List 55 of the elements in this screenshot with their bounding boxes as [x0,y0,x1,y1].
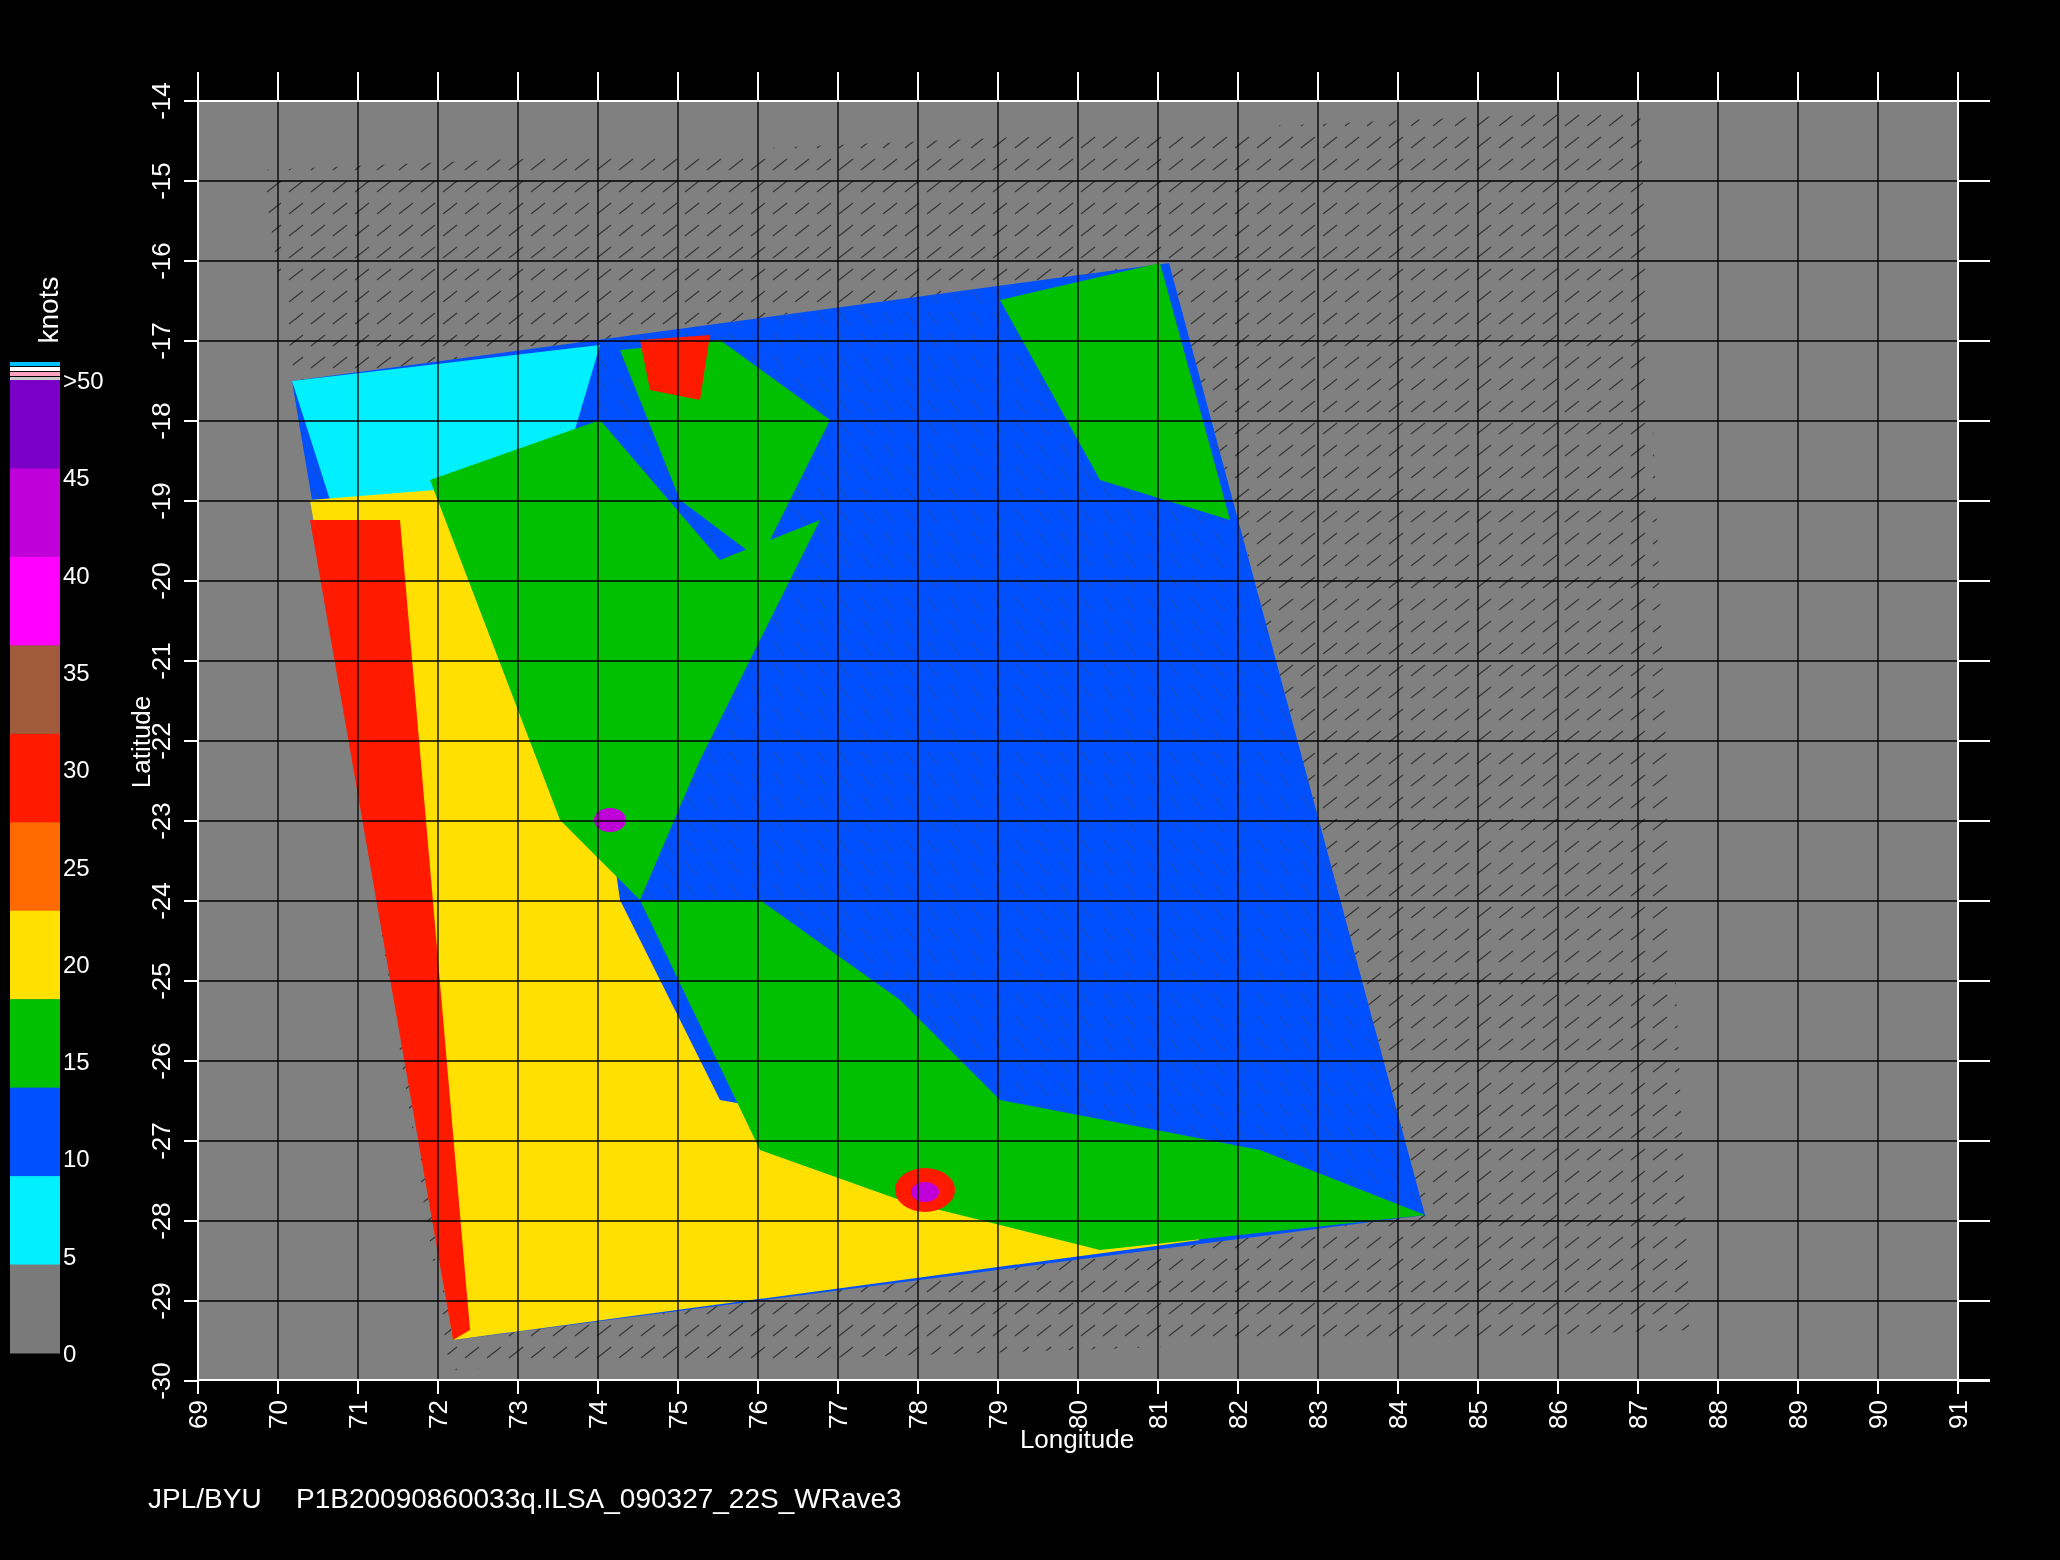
x-tick-label: 90 [1863,1400,1893,1429]
x-tick-label: 86 [1543,1400,1573,1429]
colorbar-label: >50 [63,367,104,394]
colorbar-label: 0 [63,1340,77,1367]
y-tick-label: -25 [146,962,176,1000]
y-tick-label: -15 [146,162,176,200]
x-tick-label: 89 [1783,1400,1813,1429]
x-tick-label: 87 [1623,1400,1653,1429]
colorbar-label: 10 [63,1145,90,1173]
x-tick-label: 83 [1303,1400,1333,1429]
x-tick-label: 85 [1463,1400,1493,1429]
x-tick-label: 79 [983,1400,1013,1429]
x-tick-label: 84 [1383,1400,1413,1429]
x-tick-label: 78 [903,1400,933,1429]
colorbar-label: 40 [63,561,90,589]
colorbar-unit: knots [33,276,64,344]
x-tick-label: 88 [1703,1400,1733,1429]
colorbar-label: 45 [63,464,90,492]
x-tick-label: 76 [743,1400,773,1429]
x-tick-label: 72 [423,1400,453,1429]
x-tick-label: 70 [263,1400,293,1429]
colorbar-label: 5 [63,1242,77,1270]
x-tick-label: 75 [663,1400,693,1429]
y-tick-label: -23 [146,802,176,840]
x-tick-label: 71 [343,1400,373,1429]
x-tick-label: 74 [583,1400,613,1429]
y-tick-label: -30 [146,1362,176,1400]
storm-core [895,1168,955,1212]
y-tick-label: -14 [146,82,176,120]
x-tick-label: 77 [823,1400,853,1429]
caption-text: P1B20090860033q.ILSA_090327_22S_WRave3 [296,1483,902,1514]
colorbar-label: 35 [63,658,90,686]
colorbar [10,362,60,380]
y-tick-label: -18 [146,402,176,440]
storm-core [594,808,626,832]
y-tick-label: -21 [146,642,176,680]
colorbar-label: 15 [63,1048,90,1076]
y-tick-label: -29 [146,1282,176,1320]
y-tick-label: -24 [146,882,176,920]
y-tick-label: -27 [146,1122,176,1160]
x-tick-label: 69 [183,1400,213,1429]
y-tick-label: -20 [146,562,176,600]
x-tick-label: 91 [1943,1400,1973,1429]
x-tick-label: 81 [1143,1400,1173,1429]
y-tick-label: -17 [146,322,176,360]
colorbar-label: 30 [63,756,90,784]
y-tick-label: -19 [146,482,176,520]
y-tick-label: -28 [146,1202,176,1240]
y-tick-label: -16 [146,242,176,280]
x-tick-label: 73 [503,1400,533,1429]
colorbar-label: 20 [63,950,90,978]
x-tick-label: 82 [1223,1400,1253,1429]
y-tick-label: -26 [146,1042,176,1080]
caption-text: JPL/BYU [148,1483,262,1514]
colorbar-label: 25 [63,853,90,881]
